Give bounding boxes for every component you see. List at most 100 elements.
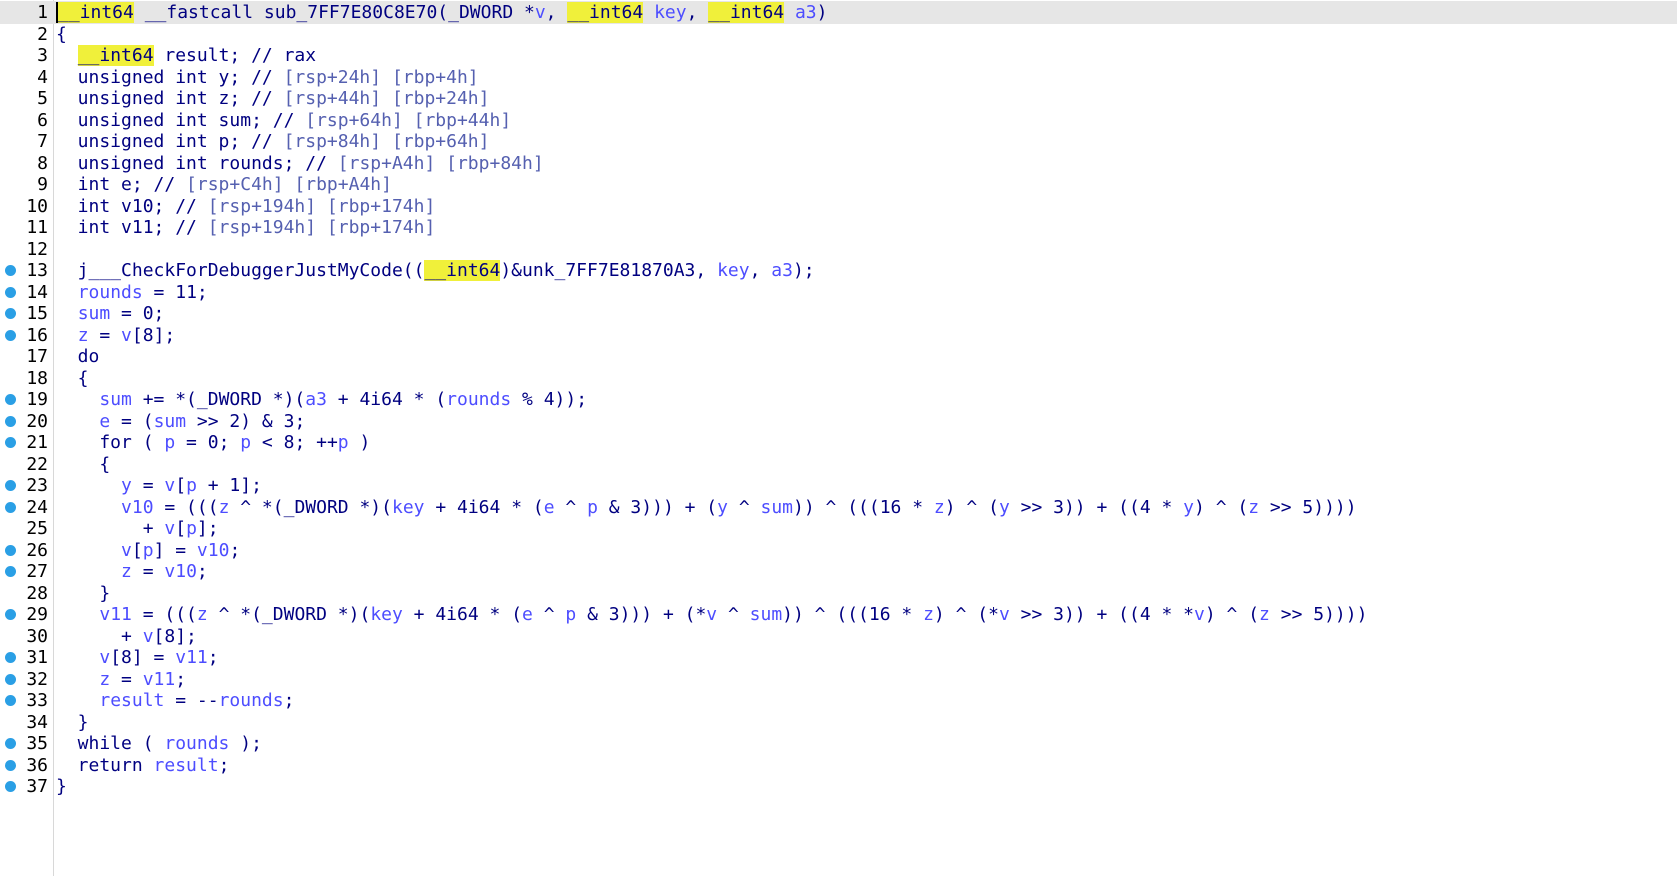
- code-line[interactable]: 17 do: [0, 345, 1677, 368]
- code-line[interactable]: 2{: [0, 23, 1677, 46]
- code-line[interactable]: 14 rounds = 11;: [0, 281, 1677, 304]
- code-text[interactable]: {: [56, 367, 89, 390]
- line-number: 31: [26, 647, 48, 668]
- code-token: ;: [196, 561, 208, 582]
- code-line[interactable]: 5 unsigned int z; // [rsp+44h] [rbp+24h]: [0, 87, 1677, 110]
- code-line[interactable]: 7 unsigned int p; // [rsp+84h] [rbp+64h]: [0, 130, 1677, 153]
- variable-token: p: [240, 432, 252, 453]
- line-number: 10: [26, 195, 48, 217]
- code-text[interactable]: int v10; // [rsp+194h] [rbp+174h]: [56, 195, 436, 218]
- code-text[interactable]: unsigned int p; // [rsp+84h] [rbp+64h]: [56, 130, 490, 153]
- code-token: = --: [164, 690, 219, 711]
- code-text[interactable]: return result;: [56, 754, 230, 777]
- code-text[interactable]: }: [56, 775, 67, 798]
- code-line[interactable]: 12: [0, 238, 1677, 261]
- code-text[interactable]: z = v10;: [56, 560, 208, 583]
- variable-token: z: [923, 604, 934, 625]
- code-line[interactable]: 8 unsigned int rounds; // [rsp+A4h] [rbp…: [0, 152, 1677, 175]
- code-line[interactable]: 3 __int64 result; // rax: [0, 44, 1677, 67]
- code-text[interactable]: {: [56, 23, 67, 46]
- line-number: 16: [26, 324, 48, 346]
- code-text[interactable]: v11 = (((z ^ *(_DWORD *)(key + 4i64 * (e…: [56, 603, 1367, 626]
- code-line[interactable]: 25 + v[p];: [0, 517, 1677, 540]
- code-text[interactable]: int e; // [rsp+C4h] [rbp+A4h]: [56, 173, 392, 196]
- code-token: {: [56, 367, 89, 389]
- code-line[interactable]: 20 e = (sum >> 2) & 3;: [0, 410, 1677, 433]
- code-line[interactable]: 9 int e; // [rsp+C4h] [rbp+A4h]: [0, 173, 1677, 196]
- code-text[interactable]: v[8] = v11;: [56, 646, 219, 669]
- code-text[interactable]: v[p] = v10;: [56, 539, 240, 562]
- code-line[interactable]: 24 v10 = (((z ^ *(_DWORD *)(key + 4i64 *…: [0, 496, 1677, 519]
- code-text[interactable]: }: [56, 711, 89, 734]
- code-line[interactable]: 21 for ( p = 0; p < 8; ++p ): [0, 431, 1677, 454]
- code-text[interactable]: j___CheckForDebuggerJustMyCode((__int64)…: [56, 259, 815, 282]
- variable-token: sum: [749, 604, 783, 625]
- code-text[interactable]: sum = 0;: [56, 302, 165, 325]
- variable-token: sum: [153, 410, 187, 432]
- code-text[interactable]: unsigned int sum; // [rsp+64h] [rbp+44h]: [56, 109, 511, 132]
- code-text[interactable]: }: [56, 582, 110, 605]
- variable-token: v: [142, 625, 154, 647]
- variable-token: z: [1259, 604, 1270, 625]
- variable-token: p: [587, 496, 598, 518]
- code-line[interactable]: 36 return result;: [0, 754, 1677, 777]
- code-line[interactable]: 18 {: [0, 367, 1677, 390]
- line-number: 24: [26, 496, 48, 518]
- code-text[interactable]: do: [56, 345, 100, 368]
- code-line[interactable]: 1 __int64 __fastcall sub_7FF7E80C8E70(_DW…: [0, 1, 1677, 24]
- code-line[interactable]: 19 sum += *(_DWORD *)(a3 + 4i64 * (round…: [0, 388, 1677, 411]
- code-line[interactable]: 6 unsigned int sum; // [rsp+64h] [rbp+44…: [0, 109, 1677, 132]
- code-token: +: [56, 518, 165, 539]
- code-text[interactable]: for ( p = 0; p < 8; ++p ): [56, 431, 370, 454]
- code-line[interactable]: 22 {: [0, 453, 1677, 476]
- code-text[interactable]: unsigned int y; // [rsp+24h] [rbp+4h]: [56, 66, 479, 89]
- code-line[interactable]: 31 v[8] = v11;: [0, 646, 1677, 669]
- code-line[interactable]: 13 j___CheckForDebuggerJustMyCode((__int…: [0, 259, 1677, 282]
- code-text[interactable]: + v[8];: [56, 625, 197, 648]
- variable-token: v: [534, 2, 546, 23]
- code-text[interactable]: result = --rounds;: [56, 689, 294, 712]
- code-text[interactable]: __int64 result; // rax: [56, 44, 316, 67]
- code-line[interactable]: 27 z = v10;: [0, 560, 1677, 583]
- code-token: ,: [545, 2, 568, 23]
- code-line[interactable]: 4 unsigned int y; // [rsp+24h] [rbp+4h]: [0, 66, 1677, 89]
- code-text[interactable]: unsigned int rounds; // [rsp+A4h] [rbp+8…: [56, 152, 544, 175]
- code-text[interactable]: int v11; // [rsp+194h] [rbp+174h]: [56, 216, 436, 239]
- code-line[interactable]: 28 }: [0, 582, 1677, 605]
- code-line[interactable]: 29 v11 = (((z ^ *(_DWORD *)(key + 4i64 *…: [0, 603, 1677, 626]
- code-line[interactable]: 33 result = --rounds;: [0, 689, 1677, 712]
- code-text[interactable]: __int64 __fastcall sub_7FF7E80C8E70(_DWO…: [56, 1, 828, 24]
- code-token: ;: [207, 647, 219, 668]
- code-line[interactable]: 16 z = v[8];: [0, 324, 1677, 347]
- code-text[interactable]: {: [56, 453, 110, 476]
- code-text[interactable]: e = (sum >> 2) & 3;: [56, 410, 305, 433]
- code-line[interactable]: 26 v[p] = v10;: [0, 539, 1677, 562]
- code-line[interactable]: 10 int v10; // [rsp+194h] [rbp+174h]: [0, 195, 1677, 218]
- code-token: < 8; ++: [251, 432, 338, 453]
- variable-token: z: [99, 668, 111, 690]
- code-line[interactable]: 11 int v11; // [rsp+194h] [rbp+174h]: [0, 216, 1677, 239]
- pseudocode-view[interactable]: 1 __int64 __fastcall sub_7FF7E80C8E70(_DW…: [0, 0, 1677, 876]
- code-text[interactable]: z = v[8];: [56, 324, 176, 347]
- code-token: unsigned int y; //: [56, 66, 284, 88]
- code-text[interactable]: while ( rounds );: [56, 732, 262, 755]
- code-line[interactable]: 34 }: [0, 711, 1677, 734]
- code-text[interactable]: v10 = (((z ^ *(_DWORD *)(key + 4i64 * (e…: [56, 496, 1357, 519]
- code-text[interactable]: + v[p];: [56, 517, 219, 540]
- code-token: = (((: [153, 496, 219, 518]
- code-line[interactable]: 37}: [0, 775, 1677, 798]
- code-text[interactable]: z = v11;: [56, 668, 186, 691]
- code-text[interactable]: sum += *(_DWORD *)(a3 + 4i64 * (rounds %…: [56, 388, 587, 411]
- code-line[interactable]: 23 y = v[p + 1];: [0, 474, 1677, 497]
- code-text[interactable]: rounds = 11;: [56, 281, 208, 304]
- code-line[interactable]: 15 sum = 0;: [0, 302, 1677, 325]
- code-text[interactable]: unsigned int z; // [rsp+44h] [rbp+24h]: [56, 87, 490, 110]
- code-line[interactable]: 35 while ( rounds );: [0, 732, 1677, 755]
- code-line[interactable]: 32 z = v11;: [0, 668, 1677, 691]
- code-line[interactable]: 30 + v[8];: [0, 625, 1677, 648]
- code-text[interactable]: y = v[p + 1];: [56, 474, 262, 497]
- variable-token: y: [121, 475, 132, 496]
